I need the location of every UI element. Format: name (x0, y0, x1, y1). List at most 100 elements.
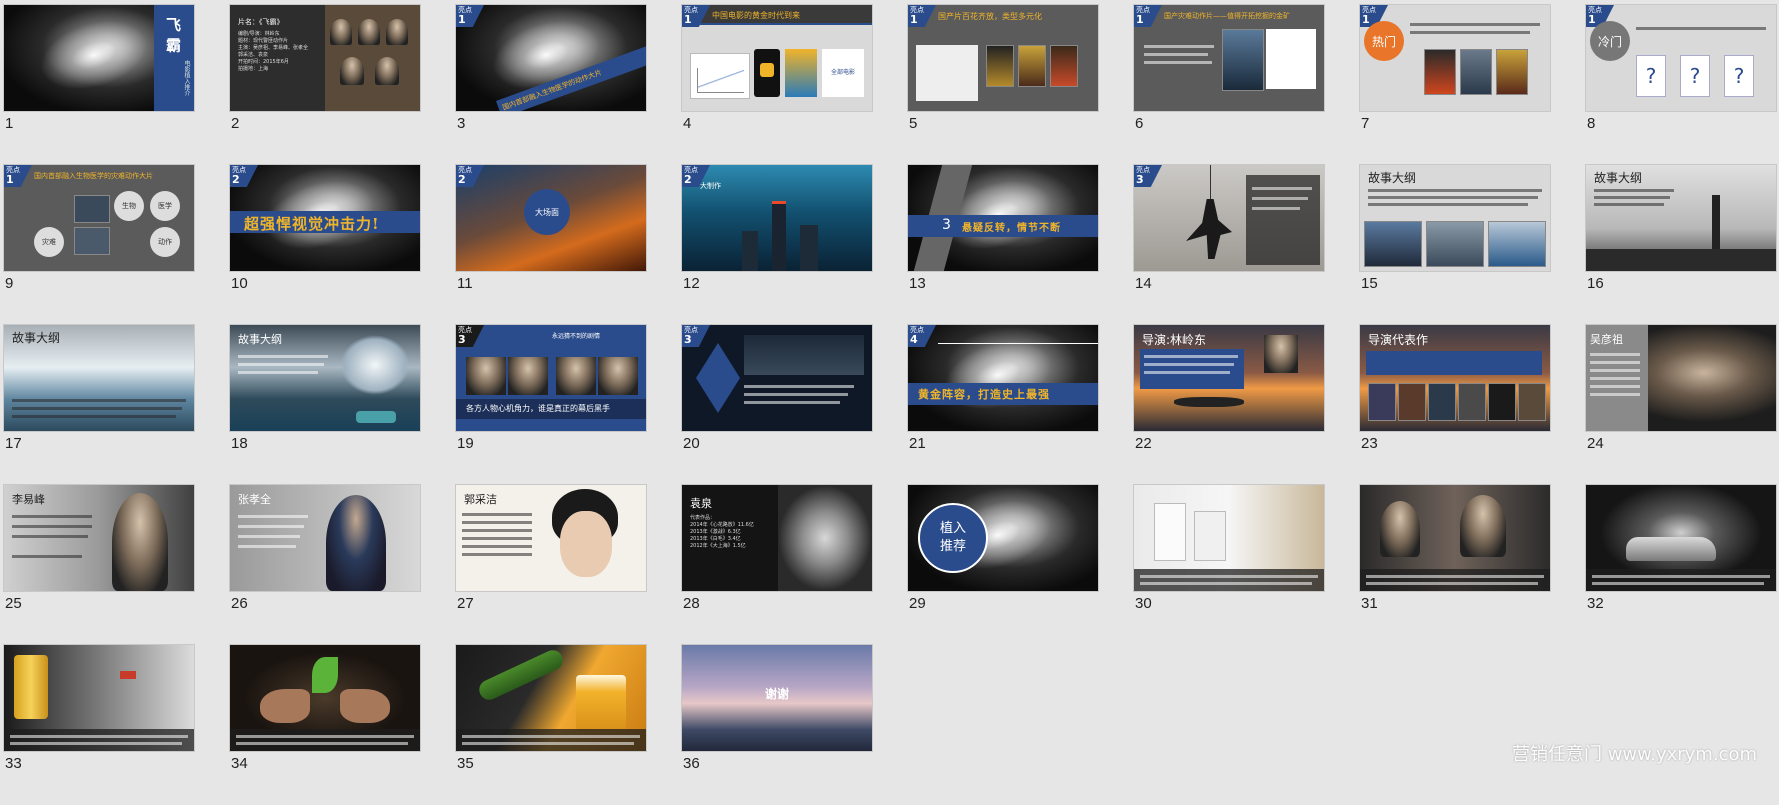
text-line (462, 521, 532, 524)
slide-thumbnail[interactable] (1586, 485, 1776, 591)
keyword-circle: 灾难 (34, 227, 64, 257)
slide-thumbnail[interactable]: 郭采洁 (456, 485, 646, 591)
slide-cell: 故事大纲 18 (230, 325, 420, 485)
slide-thumbnail[interactable]: 亮点 2 大制作 (682, 165, 872, 271)
text-line (1366, 582, 1538, 585)
movie-poster (1398, 383, 1426, 421)
slide-cell: 亮点 1 国产片百花齐放，类型多元化 5 (908, 5, 1098, 165)
slide-thumbnail[interactable] (456, 645, 646, 751)
slide-thumbnail[interactable]: 故事大纲 (1360, 165, 1550, 271)
slide-number: 29 (909, 595, 926, 612)
slide-number: 31 (1361, 595, 1378, 612)
slide-thumbnail[interactable]: 导演:林岭东 (1134, 325, 1324, 431)
text-line (10, 742, 182, 745)
text-line (1252, 197, 1308, 200)
text-line (1144, 61, 1212, 64)
slide-thumbnail[interactable]: 谢谢 (682, 645, 872, 751)
slide-thumbnail[interactable]: 亮点 1 国产片百花齐放，类型多元化 (908, 5, 1098, 111)
slide-cell: 亮点 1 热门 7 (1360, 5, 1550, 165)
slide-thumbnail[interactable]: 袁泉 代表作品： 2014年《心花路放》11.6亿 2013年《激战》6.3亿 … (682, 485, 872, 591)
slide-thumbnail[interactable]: 亮点 1 国产灾难动作片——值得开拓挖掘的金矿 (1134, 5, 1324, 111)
slide-number: 6 (1135, 115, 1144, 132)
slide-thumbnail[interactable]: 亮点 1 国内首部融入生物医学的动作大片 (456, 5, 646, 111)
slide-number: 17 (5, 435, 22, 452)
movie-poster (1458, 383, 1486, 421)
scene-image (1488, 221, 1546, 267)
slide-thumbnail[interactable]: 飞 霸 电影植入推介 (4, 5, 194, 111)
slide-number: 7 (1361, 115, 1370, 132)
actress-photo (778, 485, 872, 591)
scene-person (1380, 501, 1420, 557)
slide-thumbnail[interactable]: 片名：《飞霸》 编剧/导演：林岭东 题材：现代警匪动作片 主演：吴彦祖、李易峰、… (230, 5, 420, 111)
movie-poster (1496, 49, 1528, 95)
cast-photo (330, 19, 352, 45)
tower (1712, 195, 1720, 251)
hot-tag: 热门 (1364, 21, 1404, 61)
slide-number: 13 (909, 275, 926, 292)
slide-cell: 亮点 1 中国电影的黄金时代到来 全部电影 4 (682, 5, 872, 165)
slide-number: 9 (5, 275, 14, 292)
slide-thumbnail[interactable] (1360, 485, 1550, 591)
slide-thumbnail[interactable]: 吴彦祖 (1586, 325, 1776, 431)
slide-thumbnail[interactable]: 亮点 2 大场面 (456, 165, 646, 271)
slide-cell: 故事大纲 15 (1360, 165, 1550, 325)
slide-thumbnail[interactable]: 故事大纲 (4, 325, 194, 431)
slide-cell: 亮点 1 国产灾难动作片——值得开拓挖掘的金矿 6 (1134, 5, 1324, 165)
chart-image (690, 53, 750, 99)
text-line (238, 515, 308, 518)
slide-number: 27 (457, 595, 474, 612)
sprout (312, 657, 338, 693)
slide-cell: 袁泉 代表作品： 2014年《心花路放》11.6亿 2013年《激战》6.3亿 … (682, 485, 872, 645)
drink-can (14, 655, 48, 719)
slide-thumbnail[interactable]: 亮点 1 中国电影的黄金时代到来 全部电影 (682, 5, 872, 111)
slide-number: 30 (1135, 595, 1152, 612)
cast-photo (556, 357, 596, 395)
slide-thumbnail[interactable]: 亮点 1 冷门 ? ? ? (1586, 5, 1776, 111)
slide-number: 25 (5, 595, 22, 612)
slide-cell: 亮点 1 冷门 ? ? ? 8 (1586, 5, 1776, 165)
slide-number: 2 (231, 115, 240, 132)
slide-thumbnail[interactable]: 故事大纲 (1586, 165, 1776, 271)
slide-thumbnail[interactable]: 导演代表作 (1360, 325, 1550, 431)
cast-photo (466, 357, 506, 395)
slide-thumbnail[interactable] (4, 645, 194, 751)
slide-thumbnail[interactable]: 故事大纲 (230, 325, 420, 431)
cast-photo (358, 19, 380, 45)
text-line (238, 525, 304, 528)
text-line (1590, 377, 1640, 380)
slide-sorter-grid: 飞 霸 电影植入推介 1 片名：《飞霸》 编剧/导演：林岭东 题材：现代警匪动作… (4, 5, 1776, 805)
slide-thumbnail[interactable]: 亮点 3 永远猜不到的剧情 各方人物心机角力，谁是真正的幕后黑手 (456, 325, 646, 431)
slide-cell: 3 悬疑反转，情节不断 13 (908, 165, 1098, 325)
slide-cell: 亮点 1 国内首部融入生物医学的动作大片 3 (456, 5, 646, 165)
slide-thumbnail[interactable]: 3 悬疑反转，情节不断 (908, 165, 1098, 271)
slide-thumbnail[interactable]: 亮点 1 热门 (1360, 5, 1550, 111)
hand (260, 689, 310, 723)
slide-number: 4 (683, 115, 692, 132)
slide-thumbnail[interactable]: 亮点 2 超强悍视觉冲击力! (230, 165, 420, 271)
feature-label: 大制作 (700, 182, 721, 190)
slide-thumbnail[interactable]: 亮点 4 黄金阵容，打造史上最强 (908, 325, 1098, 431)
phone-image (754, 49, 780, 97)
slide-thumbnail[interactable] (230, 645, 420, 751)
movie-poster (1428, 383, 1456, 421)
text-line (238, 371, 318, 374)
cold-tag: 冷门 (1590, 21, 1630, 61)
highlight-badge: 亮点 1 (908, 5, 936, 27)
actor-photo (112, 493, 168, 591)
divider-line (938, 343, 1098, 344)
slide-cell: 亮点 3 14 (1134, 165, 1324, 325)
text-line (462, 529, 532, 532)
slide-thumbnail[interactable]: 亮点 1 国内首部融入生物医学的灾难动作大片 生物 医学 灾难 动作 (4, 165, 194, 271)
slide-thumbnail[interactable]: 张孝全 (230, 485, 420, 591)
text-line (12, 525, 92, 528)
slide-cell: 32 (1586, 485, 1776, 645)
text-line (1140, 575, 1318, 578)
slide-thumbnail[interactable]: 李易峰 (4, 485, 194, 591)
chess-image (744, 335, 864, 375)
slide-thumbnail[interactable]: 亮点 3 (1134, 165, 1324, 271)
highlight-badge: 亮点 1 (1134, 5, 1162, 27)
director-photo (1264, 335, 1298, 373)
slide-thumbnail[interactable] (1134, 485, 1324, 591)
slide-thumbnail[interactable]: 亮点 3 (682, 325, 872, 431)
slide-thumbnail[interactable]: 植入 推荐 (908, 485, 1098, 591)
